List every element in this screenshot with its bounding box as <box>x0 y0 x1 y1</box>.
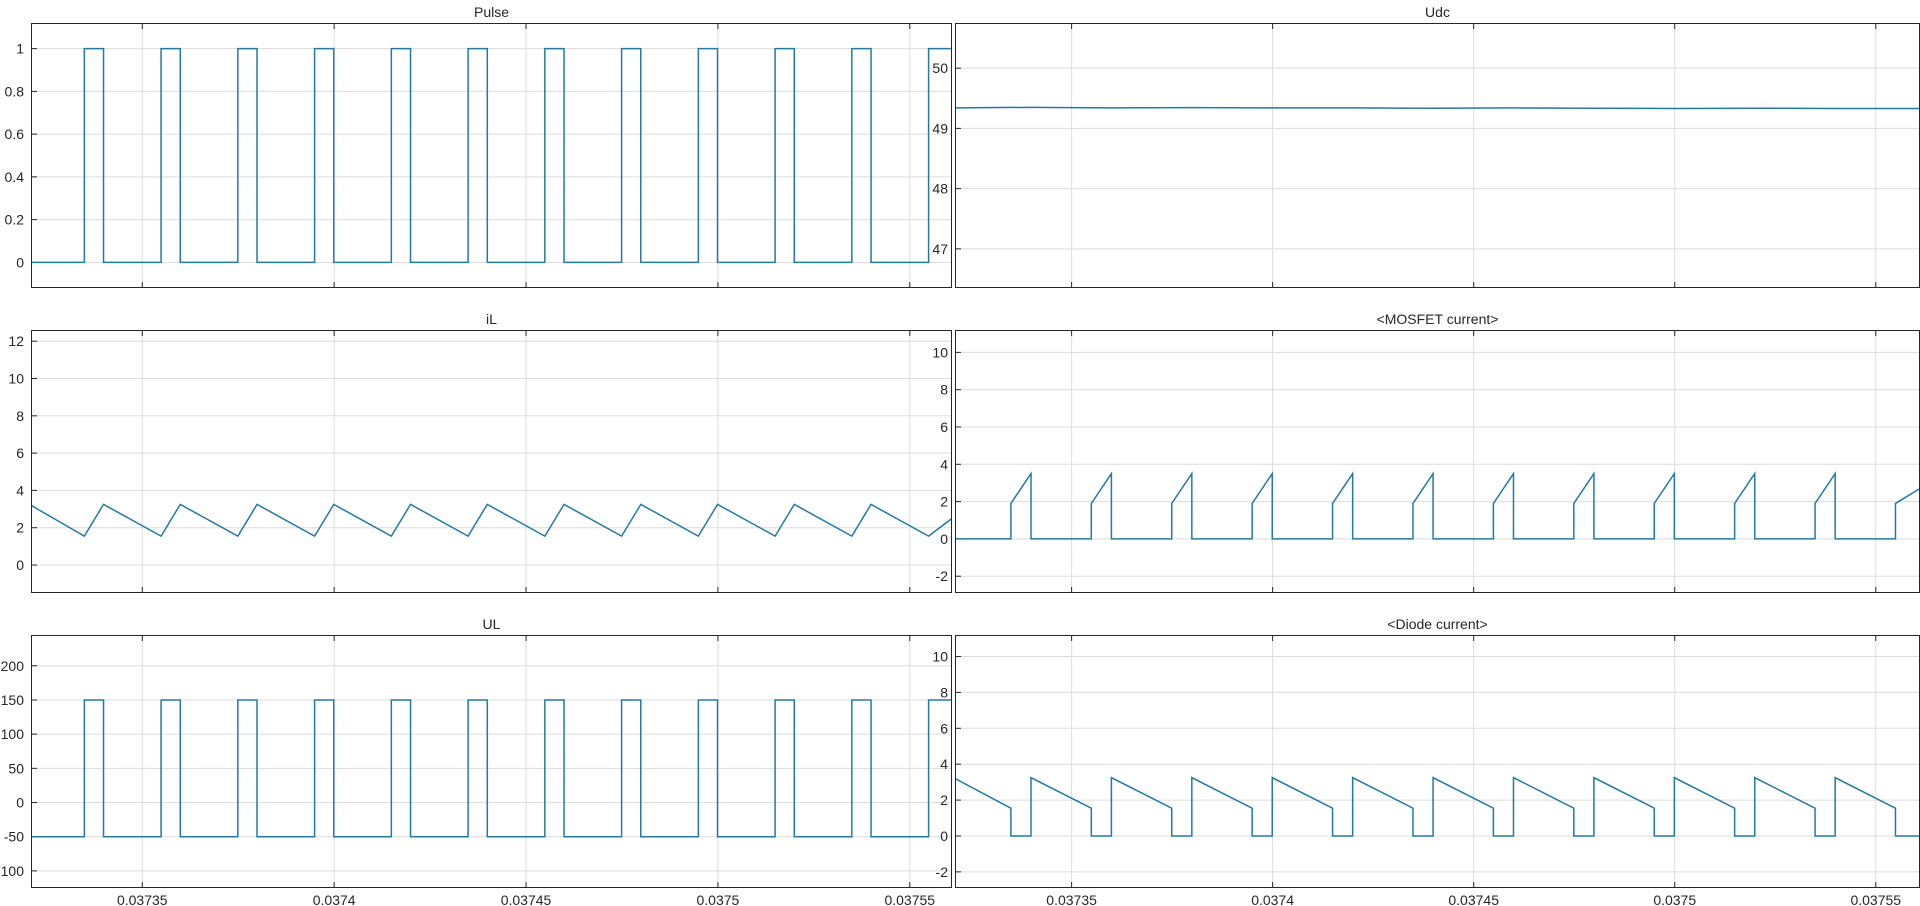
y-tick-label: 6 <box>940 720 948 736</box>
y-tick-label: 1 <box>16 41 24 57</box>
y-tick-label: 150 <box>1 692 25 708</box>
plot-title: iL <box>486 311 497 327</box>
y-tick-label: 100 <box>1 863 25 879</box>
y-tick-label: 2 <box>940 792 948 808</box>
y-tick-label: 200 <box>1 658 25 674</box>
plot-pulse: Pulse 0 0.2 0.4 0.6 0.8 1 <box>5 4 952 288</box>
plot-udc: Udc 47 48 49 50 <box>932 4 1920 288</box>
y-tick-label: 0.8 <box>5 83 25 99</box>
y-tick-label: 10 <box>932 344 948 360</box>
plot-mosfet: <MOSFET current> -2 0 2 4 6 8 10 <box>932 311 1920 593</box>
plot-il: iL 0 2 4 6 8 10 12 <box>8 311 952 593</box>
plot-title: UL <box>483 616 501 632</box>
y-tick-label: 12 <box>8 333 24 349</box>
y-tick-label: 0 <box>940 828 948 844</box>
x-tick-label: 0.0374 <box>1251 892 1294 906</box>
y-tick-label: -2 <box>936 864 949 880</box>
y-tick-label: 47 <box>932 241 948 257</box>
x-tick-label: 0.03735 <box>1046 892 1097 906</box>
y-tick-label: 4 <box>940 456 948 472</box>
y-tick-label: 8 <box>940 382 948 398</box>
y-tick-label: -50 <box>4 829 24 845</box>
plot-title: Pulse <box>474 4 509 20</box>
y-tick-label: 50 <box>8 760 24 776</box>
x-tick-label: 0.03735 <box>117 892 168 906</box>
plot-area <box>31 330 952 593</box>
plot-area <box>955 23 1920 288</box>
y-tick-label: 10 <box>8 370 24 386</box>
plot-area <box>955 330 1920 593</box>
y-tick-label: 100 <box>1 726 25 742</box>
plot-area <box>31 635 952 888</box>
y-tick-label: 50 <box>932 60 948 76</box>
y-tick-label: 2 <box>16 520 24 536</box>
plot-area <box>955 635 1920 888</box>
plot-title: <Diode current> <box>1387 616 1487 632</box>
y-tick-label: 6 <box>940 419 948 435</box>
y-tick-label: 48 <box>932 181 948 197</box>
y-tick-label: 10 <box>932 649 948 665</box>
y-tick-label: 0 <box>16 795 24 811</box>
y-tick-label: 6 <box>16 445 24 461</box>
y-tick-label: 8 <box>940 684 948 700</box>
y-tick-label: 0.2 <box>5 212 25 228</box>
y-tick-label: 2 <box>940 494 948 510</box>
x-tick-label: 0.03745 <box>501 892 552 906</box>
x-tick-label: 0.0374 <box>313 892 356 906</box>
x-tick-label: 0.03755 <box>884 892 935 906</box>
y-tick-label: 0.6 <box>5 126 25 142</box>
x-tick-label: 0.0375 <box>696 892 739 906</box>
plot-area <box>31 23 952 288</box>
y-tick-label: 49 <box>932 120 948 136</box>
y-tick-label: 0 <box>940 531 948 547</box>
x-tick-label: 0.0375 <box>1653 892 1696 906</box>
x-tick-label: 0.03745 <box>1448 892 1499 906</box>
x-tick-label: 0.03755 <box>1850 892 1901 906</box>
plot-ul: UL100-500501001502000.03735 0.0374 0.03745… <box>1 616 952 906</box>
y-tick-label: 0.4 <box>5 169 25 185</box>
scope-figure: Pulse00.20.40.60.81Udc47484950iL02468101… <box>1 4 1920 906</box>
plot-title: Udc <box>1425 4 1450 20</box>
y-tick-label: -2 <box>936 568 949 584</box>
plot-diode: <Diode current> -2 0 2 4 6 8 10 0.03735 0.0374 0.0… <box>932 616 1920 906</box>
plot-title: <MOSFET current> <box>1377 311 1499 327</box>
y-tick-label: 0 <box>16 254 24 270</box>
y-tick-label: 4 <box>16 482 24 498</box>
y-tick-label: 8 <box>16 408 24 424</box>
y-tick-label: 0 <box>16 557 24 573</box>
y-tick-label: 4 <box>940 756 948 772</box>
